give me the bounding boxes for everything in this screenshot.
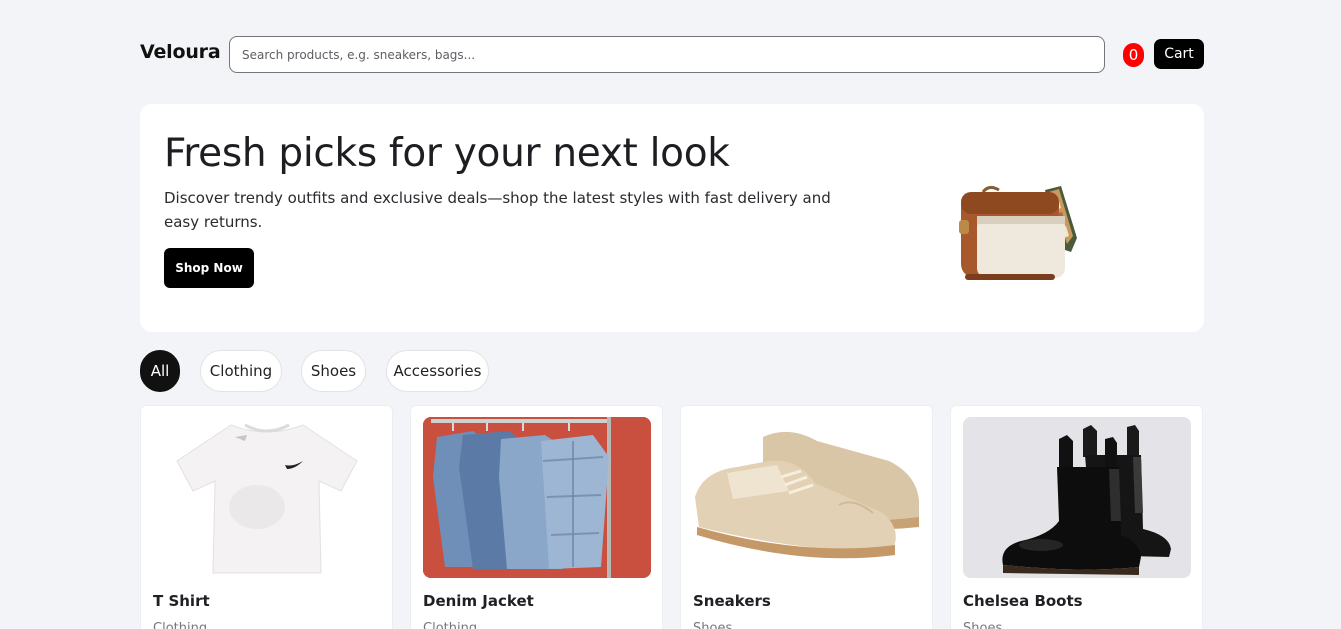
filter-all[interactable]: All — [140, 350, 180, 392]
product-card[interactable]: Sneakers Shoes — [680, 405, 933, 629]
search-input[interactable] — [242, 37, 1092, 72]
hero-subtitle: Discover trendy outfits and exclusive de… — [164, 189, 831, 231]
hero-title: Fresh picks for your next look — [164, 131, 730, 176]
product-card[interactable]: T Shirt Clothing — [140, 405, 393, 629]
product-name: T Shirt — [153, 592, 210, 610]
top-bar: Veloura 0 Cart — [140, 36, 1204, 73]
product-name: Sneakers — [693, 592, 771, 610]
handbag-image — [959, 185, 1077, 280]
product-category: Shoes — [693, 621, 733, 629]
filter-accessories[interactable]: Accessories — [386, 350, 489, 392]
brand-logo[interactable]: Veloura — [140, 41, 221, 63]
cart-count-badge: 0 — [1123, 43, 1144, 67]
product-category: Shoes — [963, 621, 1003, 629]
chelsea-boots-image — [963, 417, 1191, 578]
filter-shoes[interactable]: Shoes — [301, 350, 366, 392]
sneakers-image — [693, 417, 921, 578]
product-card[interactable]: Denim Jacket Clothing — [410, 405, 663, 629]
product-category: Clothing — [153, 621, 208, 629]
product-name: Chelsea Boots — [963, 592, 1083, 610]
product-card[interactable]: Chelsea Boots Shoes — [950, 405, 1203, 629]
product-name: Denim Jacket — [423, 592, 534, 610]
t-shirt-image — [153, 417, 381, 578]
product-category: Clothing — [423, 621, 478, 629]
denim-jacket-image — [423, 417, 651, 578]
cart-button[interactable]: Cart — [1154, 39, 1204, 69]
hero-banner: Fresh picks for your next look Discover … — [140, 104, 1204, 332]
shop-now-button[interactable]: Shop Now — [164, 248, 254, 288]
search-box[interactable] — [229, 36, 1105, 73]
filter-clothing[interactable]: Clothing — [200, 350, 282, 392]
